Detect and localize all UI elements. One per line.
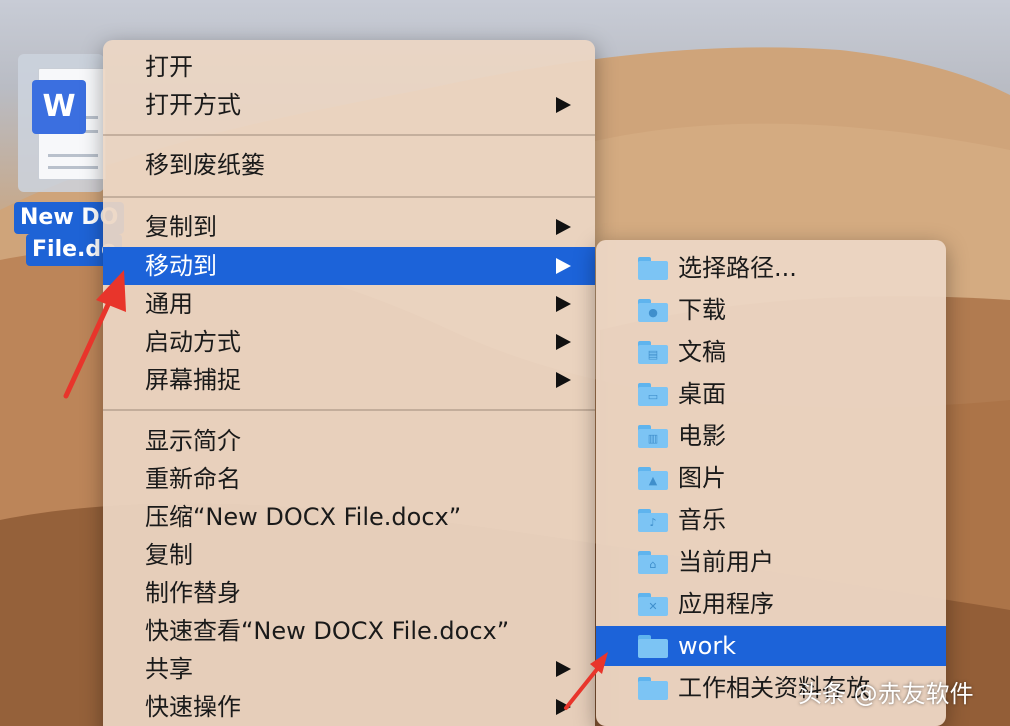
- menu-item-label: 移动到: [145, 252, 217, 280]
- menu-item-label: 重新命名: [145, 465, 241, 493]
- menu-item-label: 复制到: [145, 213, 217, 241]
- submenu-arrow-icon: [556, 699, 571, 715]
- menu-item-label: 压缩“New DOCX File.docx”: [145, 503, 462, 531]
- submenu-arrow-icon: [556, 258, 571, 274]
- document-line: [48, 154, 98, 157]
- submenu-item-label: 下载: [678, 296, 726, 324]
- menu-item-label: 制作替身: [145, 579, 241, 607]
- submenu-item-documents[interactable]: ▤ 文稿: [596, 332, 946, 372]
- menu-item-quick-look[interactable]: 快速查看“New DOCX File.docx”: [103, 612, 595, 650]
- menu-item-label: 显示简介: [145, 427, 241, 455]
- submenu-item-label: 图片: [678, 464, 726, 492]
- menu-item-label: 通用: [145, 290, 193, 318]
- file-name-label[interactable]: New DO File.do: [14, 202, 125, 266]
- menu-item-launch-method[interactable]: 启动方式: [103, 323, 595, 361]
- document-line: [48, 166, 98, 169]
- menu-item-label: 打开: [145, 53, 193, 81]
- menu-item-label: 快速操作: [145, 693, 241, 721]
- submenu-item-music[interactable]: ♪ 音乐: [596, 500, 946, 540]
- submenu-item-label: 桌面: [678, 380, 726, 408]
- menu-item-label: 共享: [145, 655, 193, 683]
- submenu-item-current-user[interactable]: ⌂ 当前用户: [596, 542, 946, 582]
- submenu-item-label: 选择路径...: [678, 254, 797, 282]
- submenu-item-applications[interactable]: ✕ 应用程序: [596, 584, 946, 624]
- folder-icon: [638, 677, 668, 700]
- pictures-folder-icon: ▲: [638, 467, 668, 490]
- move-to-submenu: 选择路径... ● 下载 ▤ 文稿 ▭ 桌面 ▥ 电影 ▲ 图片 ♪ 音乐 ⌂ …: [596, 240, 946, 726]
- menu-item-get-info[interactable]: 显示简介: [103, 422, 595, 460]
- folder-icon: [638, 635, 668, 658]
- desktop-folder-icon: ▭: [638, 383, 668, 406]
- menu-item-share[interactable]: 共享: [103, 650, 595, 688]
- submenu-item-desktop[interactable]: ▭ 桌面: [596, 374, 946, 414]
- menu-item-label: 复制: [145, 541, 193, 569]
- menu-item-duplicate[interactable]: 复制: [103, 536, 595, 574]
- submenu-item-downloads[interactable]: ● 下载: [596, 290, 946, 330]
- submenu-arrow-icon: [556, 219, 571, 235]
- menu-item-rename[interactable]: 重新命名: [103, 460, 595, 498]
- submenu-arrow-icon: [556, 661, 571, 677]
- documents-folder-icon: ▤: [638, 341, 668, 364]
- submenu-item-label: 当前用户: [678, 548, 774, 576]
- submenu-item-label: 文稿: [678, 338, 726, 366]
- menu-item-open-with[interactable]: 打开方式: [103, 86, 595, 124]
- menu-item-screen-capture[interactable]: 屏幕捕捉: [103, 361, 595, 399]
- submenu-arrow-icon: [556, 372, 571, 388]
- submenu-item-label: 电影: [678, 422, 726, 450]
- submenu-item-label: work: [678, 632, 737, 660]
- submenu-item-work[interactable]: work: [596, 626, 946, 666]
- folder-icon: [638, 257, 668, 280]
- desktop-background: W New DO File.do 打开 打开方式 移到废纸篓 复制到 移动到 通…: [0, 0, 1010, 726]
- submenu-item-label: 音乐: [678, 506, 726, 534]
- menu-item-open[interactable]: 打开: [103, 48, 595, 86]
- menu-item-quick-actions[interactable]: 快速操作: [103, 688, 595, 726]
- submenu-item-label: 应用程序: [678, 590, 774, 618]
- submenu-item-choose-path[interactable]: 选择路径...: [596, 248, 946, 288]
- applications-folder-icon: ✕: [638, 593, 668, 616]
- menu-item-label: 移到废纸篓: [145, 151, 265, 179]
- submenu-item-pictures[interactable]: ▲ 图片: [596, 458, 946, 498]
- docx-file-icon[interactable]: W: [18, 54, 110, 194]
- menu-item-label: 快速查看“New DOCX File.docx”: [145, 617, 510, 645]
- submenu-arrow-icon: [556, 97, 571, 113]
- word-document-icon: W: [32, 80, 86, 134]
- menu-item-label: 启动方式: [145, 328, 241, 356]
- menu-item-move-to-trash[interactable]: 移到废纸篓: [103, 146, 595, 184]
- menu-item-compress[interactable]: 压缩“New DOCX File.docx”: [103, 498, 595, 536]
- submenu-arrow-icon: [556, 334, 571, 350]
- menu-separator: [103, 196, 595, 198]
- home-folder-icon: ⌂: [638, 551, 668, 574]
- menu-item-label: 屏幕捕捉: [145, 366, 241, 394]
- menu-separator: [103, 409, 595, 411]
- menu-separator: [103, 134, 595, 136]
- watermark-text: 头条 @赤友软件: [798, 680, 974, 708]
- downloads-folder-icon: ●: [638, 299, 668, 322]
- movies-folder-icon: ▥: [638, 425, 668, 448]
- music-folder-icon: ♪: [638, 509, 668, 532]
- submenu-arrow-icon: [556, 296, 571, 312]
- menu-item-move-to[interactable]: 移动到: [103, 247, 595, 285]
- menu-item-copy-to[interactable]: 复制到: [103, 208, 595, 246]
- menu-item-make-alias[interactable]: 制作替身: [103, 574, 595, 612]
- submenu-item-movies[interactable]: ▥ 电影: [596, 416, 946, 456]
- menu-item-label: 打开方式: [145, 91, 241, 119]
- menu-item-general[interactable]: 通用: [103, 285, 595, 323]
- context-menu: 打开 打开方式 移到废纸篓 复制到 移动到 通用 启动方式 屏幕捕捉 显示简介 …: [103, 40, 595, 726]
